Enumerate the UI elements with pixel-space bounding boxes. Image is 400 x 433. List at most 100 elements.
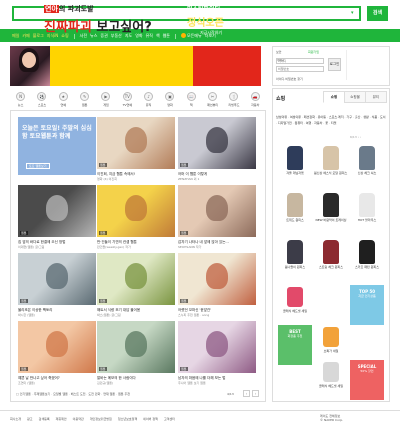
all-menu-toggle[interactable]: 모든메뉴 (181, 33, 202, 39)
tab-shopping-mall[interactable]: 쇼핑몰 (344, 91, 366, 103)
footer-link[interactable]: 회사소개 (10, 417, 21, 421)
webtoon-tile[interactable]: 웹툰 물리조은 이상한 팩토리 박시한 (웹툰) (18, 253, 96, 317)
webtoon-thumbnail[interactable]: 웹툰 (97, 321, 175, 373)
webtoon-tile[interactable]: 웹툰 어렸던 꼬마신 '윤앞관' 스누피 추천 웹툰 · song (178, 253, 256, 317)
prev-page-button[interactable]: ‹ (243, 390, 250, 397)
product-image[interactable] (314, 237, 348, 265)
product-item[interactable]: 봄신상 에스닉 모달 원피스 세트 (314, 143, 348, 175)
tab-beauty[interactable]: 뷰티 (365, 91, 387, 103)
category-9[interactable]: ✂ 패션뷰티 (202, 92, 223, 108)
webtoon-thumbnail[interactable]: 웹툰 (97, 185, 175, 237)
product-item[interactable]: 스카프 패턴 원피스 (350, 237, 384, 269)
product-image[interactable] (278, 190, 312, 218)
category-4[interactable]: ▶ 게임 (95, 92, 116, 108)
chevron-down-icon[interactable]: ▾ (351, 11, 356, 16)
product-caption[interactable]: HOT 블라우스 (350, 218, 384, 222)
gnb-item-mail[interactable]: 메일 (12, 33, 19, 39)
tab-shopping[interactable]: 쇼핑 (323, 91, 345, 103)
category-2[interactable]: ★ 연예 (53, 92, 74, 108)
gnb-item-cafe[interactable]: 카페 (22, 33, 29, 39)
webtoon-thumbnail[interactable]: 웹툰 (178, 117, 256, 169)
product-caption[interactable]: 봄나들이 원피스 (278, 265, 312, 269)
product-caption[interactable]: 트위드 원피스 (278, 218, 312, 222)
webtoon-tile[interactable]: 웹툰 남자의 마음에 나를 더해 보는 법 주니어 웹툰 보기 웹툰 (178, 321, 256, 385)
find-account-link[interactable]: 아이디·비밀번호 찾기 (276, 77, 303, 81)
category-5[interactable]: TV TV연예 (117, 92, 138, 108)
product-item[interactable]: 봄나들이 원피스 (278, 237, 312, 269)
footer-link[interactable]: 제휴제안 (56, 417, 67, 421)
category-7[interactable]: ▣ 영화 (159, 92, 180, 108)
product-item[interactable]: 겨울 데님자켓 (278, 143, 312, 175)
password-input[interactable]: 비밀번호 (276, 66, 324, 72)
webtoon-links[interactable]: □ 인기웹툰 · 주제웹툰보기 · 요일별 웹툰 · 베스트 도전 · 도전 만… (16, 392, 130, 396)
webtoon-thumbnail[interactable]: 웹툰 (18, 253, 96, 305)
ad-banner[interactable] (10, 46, 261, 86)
footer-link[interactable]: 검색등록 (39, 417, 50, 421)
category-11[interactable]: 🚗 자동차 (245, 92, 266, 108)
webtoon-thumbnail[interactable]: 웹툰 (97, 253, 175, 305)
product-item[interactable]: NEW 바람막이 트레이닝 (314, 190, 348, 222)
category-1[interactable]: ⚽ 스포츠 (31, 92, 52, 108)
webtoon-thumbnail[interactable]: 웹툰 (18, 321, 96, 373)
category-10[interactable]: 🍴 리빙푸드 (223, 92, 244, 108)
product-item[interactable]: HOT 블라우스 (350, 190, 384, 222)
category-0[interactable]: N 뉴스 (10, 92, 31, 108)
gnb-item-webtoon[interactable]: 웹툰 (163, 33, 170, 39)
webtoon-tile[interactable]: 웹툰 만·건들이 기연의 컨셉 웹툰 만건들(weekly.gen) 작가 (97, 185, 175, 249)
category-3[interactable]: ✎ 웹툰 (74, 92, 95, 108)
product-caption[interactable]: NEW 바람막이 트레이닝 (314, 218, 348, 222)
webtoon-tile[interactable]: 웹툰 알바는 메모의 한 사람이다 김민규(웹툰) (97, 321, 175, 385)
next-page-button[interactable]: › (252, 390, 259, 397)
product-image[interactable] (350, 237, 384, 265)
product-image[interactable] (350, 190, 384, 218)
footer-links: 회사소개 광고 검색등록 제휴제안 이용약관 개인정보취급방침 청소년보호정책 네이버 정책 고… (10, 417, 175, 421)
webtoon-tile[interactable]: 웹툰 집 앞의 바다로 한결에 오신 방법 이대현(웹툰) 글/그림 (18, 185, 96, 249)
id-input[interactable]: 아이디 (276, 58, 324, 64)
footer-link[interactable]: 이용약관 (73, 417, 84, 421)
category-6[interactable]: ♪ 뮤직 (138, 92, 159, 108)
promo-link[interactable]: 토요 웹툰보기 (26, 163, 50, 169)
shopping-category-links[interactable]: 남성의류 · 여성의류 · 패션잡화 · 유아동 · 스포츠·레저 · 가구 ·… (276, 114, 386, 126)
webtoon-tile[interactable]: 웹툰 해트서 식량 조기 대답 물어봄 박스(웹툰) 글/그림 (97, 253, 175, 317)
banner-cta[interactable]: 지금시작하기 (200, 30, 222, 36)
webtoon-thumbnail[interactable]: 웹툰 (178, 253, 256, 305)
gnb-item-book[interactable]: 책 (156, 33, 160, 39)
webtoon-tile[interactable]: 웹툰 어머 이 웹툰 이렇게 ZENZHAN 외 1 (178, 117, 256, 181)
product-caption[interactable]: 겨울 데님자켓 (278, 171, 312, 175)
product-item[interactable]: 스트링 체크 원피스 (314, 237, 348, 269)
footer-link[interactable]: 고객센터 (164, 417, 175, 421)
webtoon-thumbnail[interactable]: 웹툰 (97, 117, 175, 169)
search-button[interactable]: 검색 (367, 6, 388, 21)
join-link[interactable]: 회원가입 (308, 50, 319, 54)
shopping-ad[interactable]: TOP 50 지금 인기상품 (350, 285, 384, 325)
sale-promo[interactable]: 초특가 세일 (314, 325, 348, 365)
product-image[interactable] (278, 237, 312, 265)
shopping-ad[interactable]: BEST 화장품 추천 (278, 325, 312, 365)
webtoon-tile[interactable]: 웹툰 예쁜 날 만나고 싶어 죽겠어? 조연미 (웹툰) (18, 321, 96, 385)
product-image[interactable] (278, 143, 312, 171)
footer-link[interactable]: 광고 (27, 417, 33, 421)
footer-link[interactable]: 네이버 정책 (143, 417, 158, 421)
product-promo[interactable]: 클래식 헤드셋 세일 (314, 360, 348, 400)
webtoon-thumbnail[interactable]: 웹툰 (178, 321, 256, 373)
footer-link[interactable]: 청소년보호정책 (118, 417, 137, 421)
shopping-ad[interactable]: SPECIAL 50% 할인 (350, 360, 384, 400)
product-caption[interactable]: 봄신상 에스닉 모달 원피스 세트 (314, 171, 348, 175)
product-image[interactable] (314, 190, 348, 218)
webtoon-tile[interactable]: 웹툰 이진희, 지금 웹툰 속에서! 영화 (4) 이진희 (97, 117, 175, 181)
webtoon-tile[interactable]: 웹툰 갑자기 나타나 내 앞에 앉아 있는... SEOHSANN 작가 (178, 185, 256, 249)
headphone-promo[interactable]: 클래식 헤드셋 세일 (278, 285, 312, 325)
webtoon-thumbnail[interactable]: 웹툰 (178, 185, 256, 237)
product-image[interactable] (350, 143, 384, 171)
product-caption[interactable]: 스트링 체크 원피스 (314, 265, 348, 269)
product-item[interactable]: 트위드 원피스 (278, 190, 312, 222)
gnb-item-blog[interactable]: 블로그 (33, 33, 44, 39)
webtoon-thumbnail[interactable]: 웹툰 (18, 185, 96, 237)
product-item[interactable]: 신상 체크 셔츠 (350, 143, 384, 175)
product-caption[interactable]: 신상 체크 셔츠 (350, 171, 384, 175)
product-caption[interactable]: 스카프 패턴 원피스 (350, 265, 384, 269)
category-8[interactable]: 📖 책 (181, 92, 202, 108)
footer-link[interactable]: 개인정보취급방침 (90, 417, 112, 421)
login-button[interactable]: 로그인 (328, 58, 341, 71)
product-image[interactable] (314, 143, 348, 171)
